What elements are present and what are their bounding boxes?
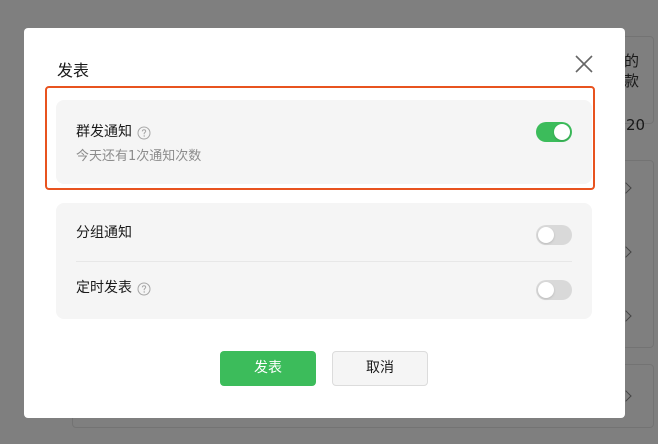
scheduled-publish-row: 定时发表 bbox=[76, 279, 151, 297]
scheduled-publish-toggle[interactable] bbox=[536, 280, 572, 300]
group-notify-row: 分组通知 bbox=[76, 224, 132, 242]
group-notify-label: 分组通知 bbox=[76, 225, 132, 241]
options-panel: 分组通知 定时发表 bbox=[56, 203, 592, 319]
publish-dialog: 发表 群发通知 今天还有1次通知次数 分组通知 定时发表 发表 取消 bbox=[24, 28, 625, 418]
dialog-title: 发表 bbox=[57, 61, 90, 80]
group-notify-toggle[interactable] bbox=[536, 225, 572, 245]
toggle-knob bbox=[538, 227, 554, 243]
scheduled-publish-label: 定时发表 bbox=[76, 280, 132, 296]
close-icon[interactable] bbox=[572, 52, 596, 76]
divider bbox=[76, 261, 572, 262]
publish-button[interactable]: 发表 bbox=[220, 351, 316, 386]
highlight-annotation bbox=[45, 86, 595, 190]
cancel-button[interactable]: 取消 bbox=[332, 351, 428, 386]
question-circle-icon[interactable] bbox=[137, 282, 151, 296]
toggle-knob bbox=[538, 282, 554, 298]
